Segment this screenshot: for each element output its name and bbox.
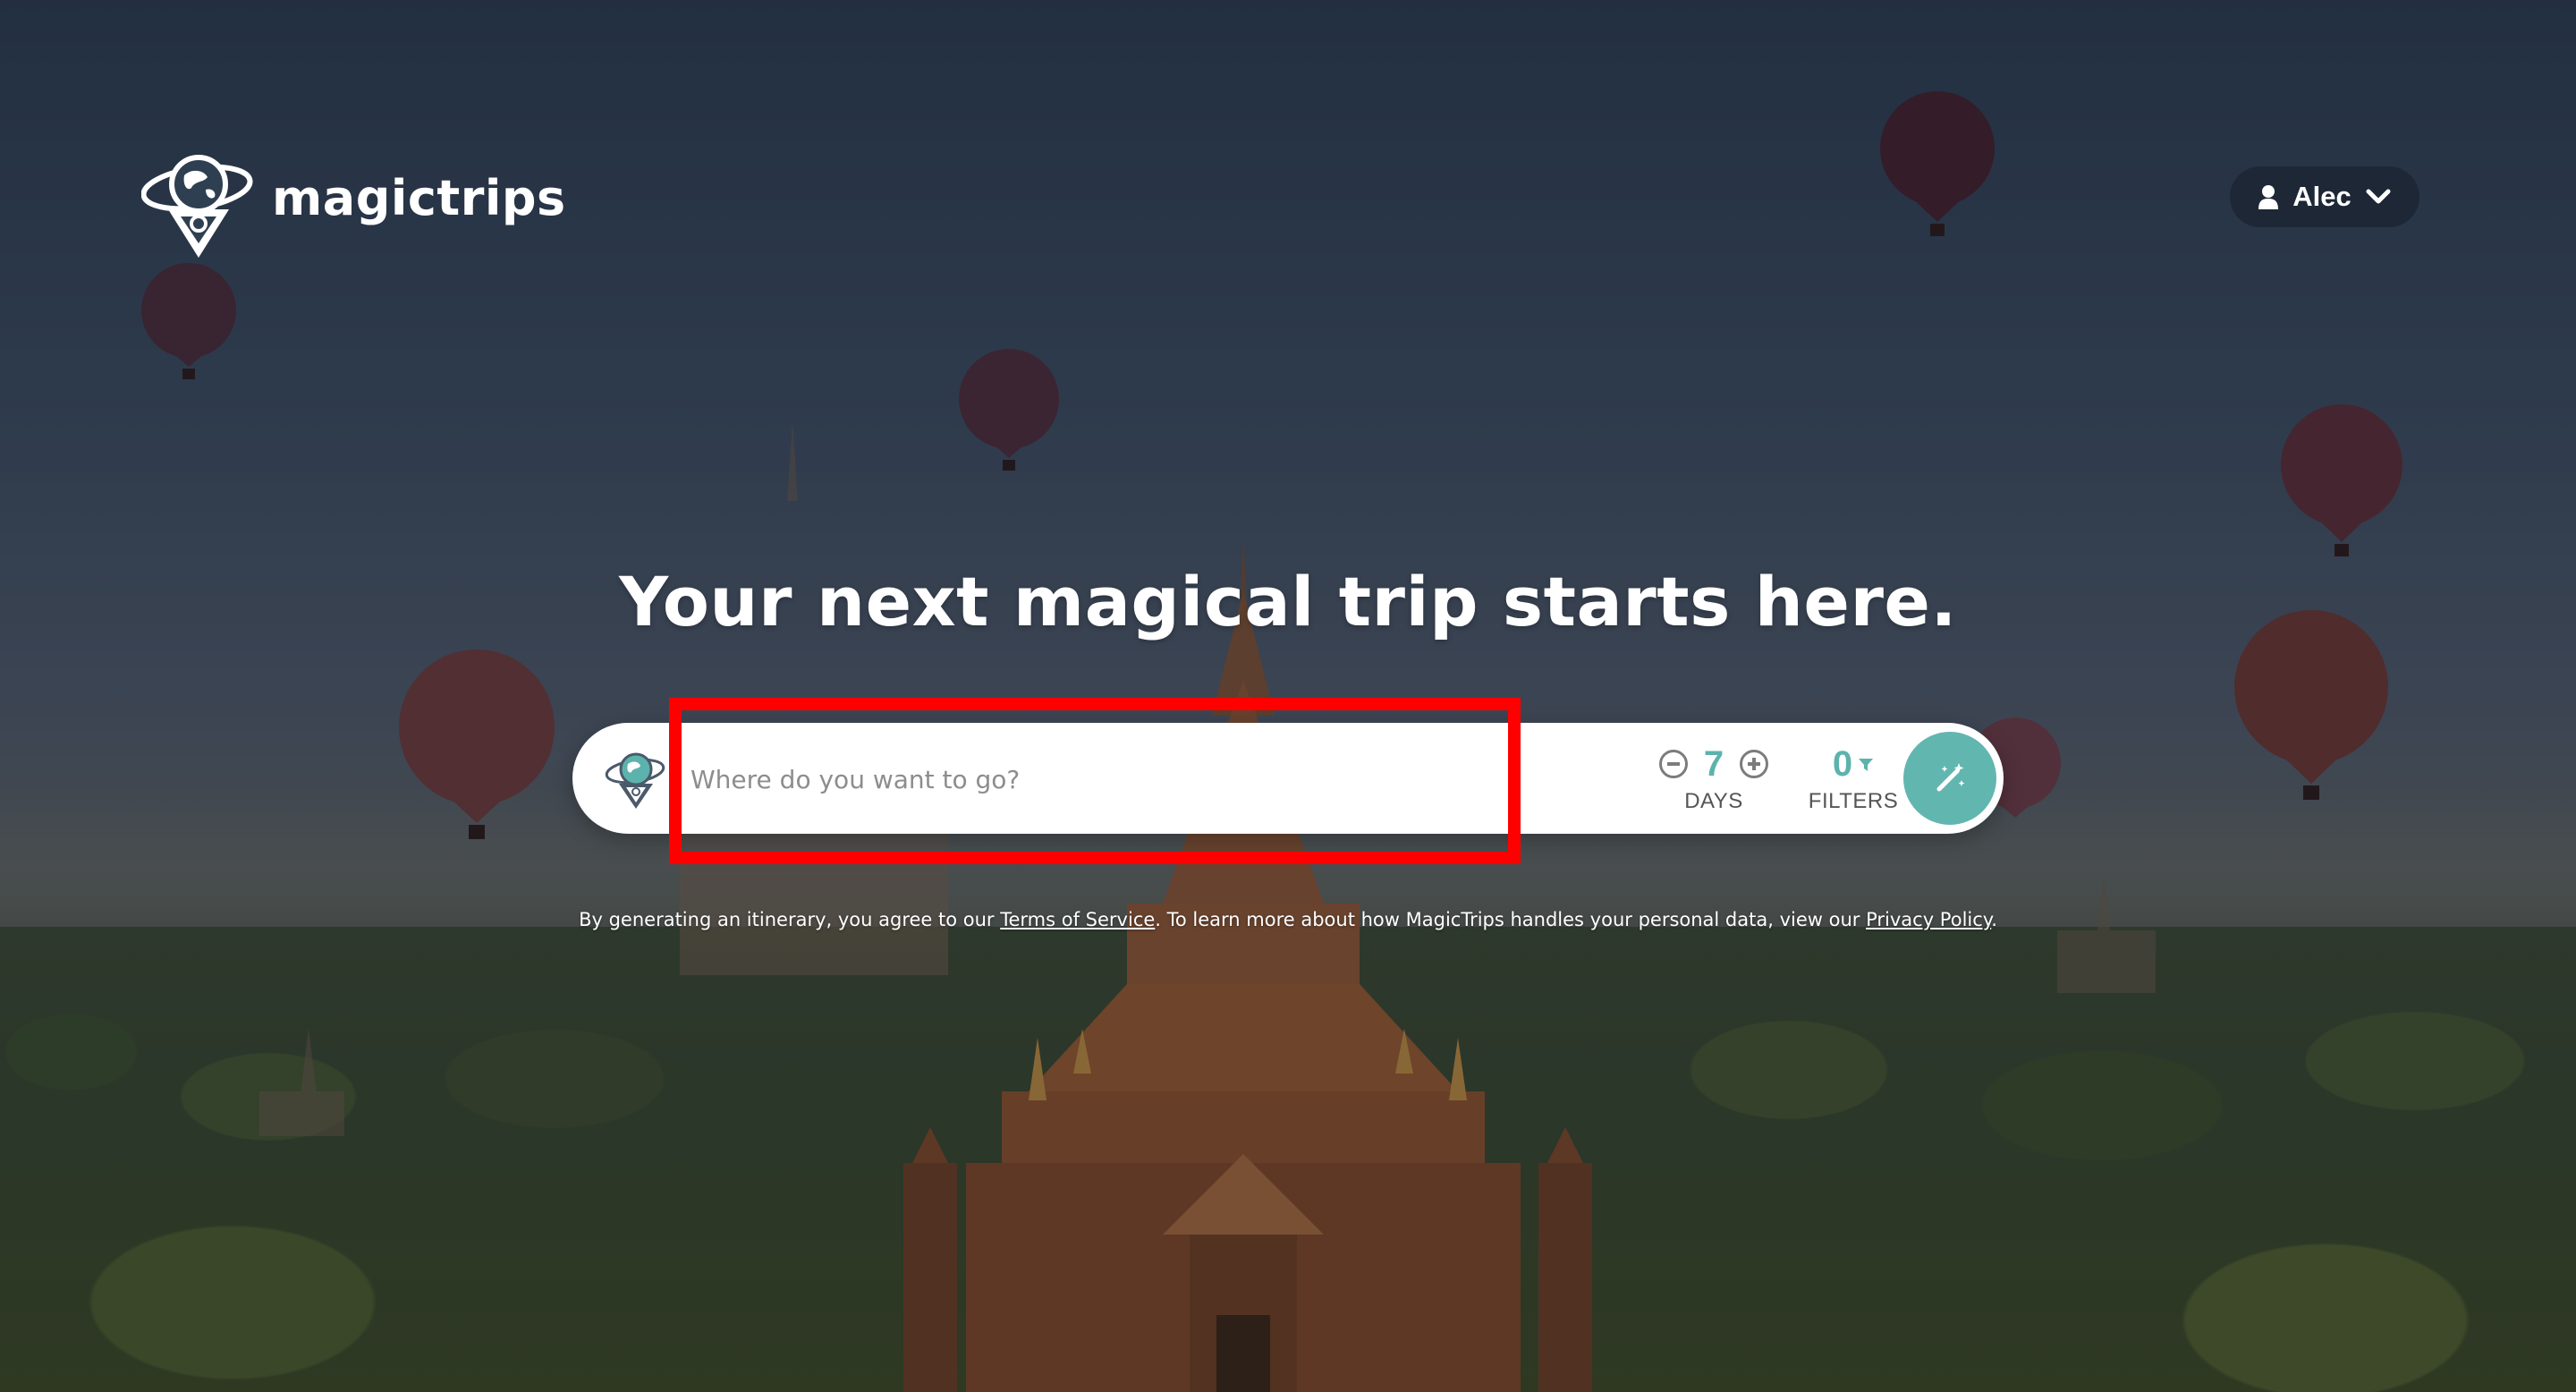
chevron-down-icon <box>2366 189 2391 204</box>
privacy-policy-link[interactable]: Privacy Policy <box>1866 909 1991 930</box>
legal-suffix: . <box>1991 909 1997 930</box>
days-label: DAYS <box>1684 789 1743 813</box>
username-label: Alec <box>2292 181 2351 212</box>
magic-wand-icon <box>1936 763 1965 792</box>
brand-logo[interactable]: magictrips <box>141 141 566 261</box>
user-menu-button[interactable]: Alec <box>2230 166 2419 227</box>
filters-button[interactable]: 0 FILTERS <box>1791 741 1916 816</box>
landing-page: magictrips Alec Your next magical trip s… <box>0 0 2576 1392</box>
funnel-icon <box>1859 759 1874 771</box>
globe-pin-icon <box>141 155 253 258</box>
brand-name: magictrips <box>272 169 566 226</box>
destination-search-input[interactable] <box>689 743 1318 816</box>
filters-count: 0 <box>1832 744 1853 784</box>
minus-circle-icon[interactable] <box>1658 750 1688 778</box>
trip-search-bar: 7 DAYS 0 FILTERS <box>572 723 2004 834</box>
days-control: 7 DAYS <box>1651 741 1776 816</box>
plus-circle-icon[interactable] <box>1740 750 1769 778</box>
legal-prefix: By generating an itinerary, you agree to… <box>579 909 1001 930</box>
legal-notice: By generating an itinerary, you agree to… <box>0 909 2576 930</box>
terms-of-service-link[interactable]: Terms of Service <box>1000 909 1155 930</box>
legal-middle: . To learn more about how MagicTrips han… <box>1155 909 1867 930</box>
user-icon <box>2258 185 2279 209</box>
days-count: 7 <box>1703 744 1724 784</box>
globe-pin-icon <box>605 752 665 809</box>
hero-headline: Your next magical trip starts here. <box>619 562 1957 641</box>
generate-itinerary-button[interactable] <box>1903 732 1996 825</box>
filters-label: FILTERS <box>1808 789 1899 813</box>
